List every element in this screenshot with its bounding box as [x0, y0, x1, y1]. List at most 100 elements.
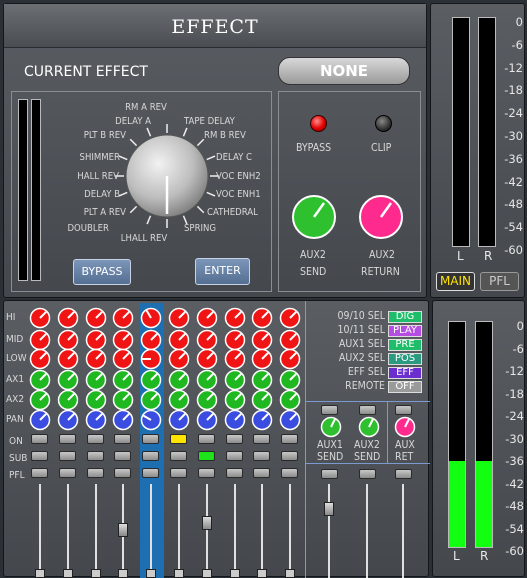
channel-sub-button[interactable]	[198, 451, 215, 461]
channel-pfl-button[interactable]	[142, 468, 159, 478]
channel-knob[interactable]	[196, 307, 218, 329]
select-row-value[interactable]: PLAY	[388, 325, 422, 337]
channel-fader-track[interactable]	[178, 484, 180, 578]
aux2-pfl-button[interactable]	[359, 469, 376, 479]
effect-option-label[interactable]: PLT B REV	[84, 130, 126, 141]
effect-option-label[interactable]: DELAY A	[115, 116, 151, 127]
effect-option-label[interactable]: SPRING	[184, 223, 216, 234]
select-row-value[interactable]: POS	[388, 353, 422, 365]
channel-sub-button[interactable]	[59, 451, 76, 461]
channel-knob[interactable]	[140, 307, 162, 329]
channel-fader-track[interactable]	[234, 484, 236, 578]
aux2-fader-track[interactable]	[366, 484, 368, 578]
channel-knob[interactable]	[29, 348, 51, 370]
channel-knob[interactable]	[29, 409, 51, 431]
channel-knob[interactable]	[279, 307, 301, 329]
effect-option-label[interactable]: VOC ENH2	[216, 171, 261, 182]
auxret-fader-track[interactable]	[402, 484, 404, 578]
channel-knob[interactable]	[251, 369, 273, 391]
channel-knob[interactable]	[279, 409, 301, 431]
select-row-value[interactable]: PRE	[388, 339, 422, 351]
effect-option-label[interactable]: HALL REV	[77, 171, 119, 182]
channel-knob[interactable]	[57, 348, 79, 370]
channel-knob[interactable]	[279, 389, 301, 411]
select-row-value[interactable]: EFF	[388, 367, 422, 379]
channel-knob[interactable]	[112, 307, 134, 329]
effect-option-label[interactable]: SHIMMER	[80, 152, 120, 163]
channel-knob[interactable]	[224, 389, 246, 411]
channel-knob[interactable]	[29, 369, 51, 391]
channel-knob[interactable]	[168, 389, 190, 411]
channel-pfl-button[interactable]	[87, 468, 104, 478]
channel-pfl-button[interactable]	[281, 468, 298, 478]
channel-knob[interactable]	[168, 369, 190, 391]
aux2-send-knob-mixer[interactable]	[358, 416, 380, 438]
channel-knob[interactable]	[279, 369, 301, 391]
channel-on-button[interactable]	[31, 434, 48, 444]
channel-on-button[interactable]	[170, 434, 187, 444]
channel-on-button[interactable]	[142, 434, 159, 444]
channel-knob[interactable]	[85, 389, 107, 411]
channel-sub-button[interactable]	[253, 451, 270, 461]
channel-knob[interactable]	[224, 409, 246, 431]
channel-fader-track[interactable]	[67, 484, 69, 578]
channel-sub-button[interactable]	[170, 451, 187, 461]
aux1-send-knob[interactable]	[320, 416, 342, 438]
aux2-return-knob[interactable]	[358, 194, 404, 240]
channel-knob[interactable]	[140, 389, 162, 411]
channel-sub-button[interactable]	[281, 451, 298, 461]
effect-option-label[interactable]: VOC ENH1	[216, 189, 261, 200]
effect-option-label[interactable]: TAPE DELAY	[184, 116, 235, 127]
channel-knob[interactable]	[85, 409, 107, 431]
channel-knob[interactable]	[57, 409, 79, 431]
effect-option-label[interactable]: CATHEDRAL	[207, 207, 258, 218]
channel-pfl-button[interactable]	[198, 468, 215, 478]
channel-sub-button[interactable]	[31, 451, 48, 461]
channel-knob[interactable]	[251, 409, 273, 431]
channel-knob[interactable]	[224, 348, 246, 370]
aux2-send-button[interactable]	[359, 405, 376, 415]
effect-option-label[interactable]: RM A REV	[116, 102, 176, 113]
channel-knob[interactable]	[224, 307, 246, 329]
channel-pfl-button[interactable]	[114, 468, 131, 478]
channel-pfl-button[interactable]	[31, 468, 48, 478]
channel-pfl-button[interactable]	[170, 468, 187, 478]
aux-ret-knob[interactable]	[394, 416, 416, 438]
channel-fader-track[interactable]	[289, 484, 291, 578]
channel-knob[interactable]	[224, 369, 246, 391]
channel-knob[interactable]	[251, 348, 273, 370]
channel-knob[interactable]	[112, 389, 134, 411]
bypass-button[interactable]: BYPASS	[73, 259, 131, 285]
channel-pfl-button[interactable]	[253, 468, 270, 478]
channel-sub-button[interactable]	[114, 451, 131, 461]
auxret-pfl-button[interactable]	[395, 469, 412, 479]
effect-option-label[interactable]: DELAY B	[84, 189, 120, 200]
channel-knob[interactable]	[140, 409, 162, 431]
channel-on-button[interactable]	[87, 434, 104, 444]
channel-on-button[interactable]	[114, 434, 131, 444]
channel-knob[interactable]	[140, 369, 162, 391]
channel-knob[interactable]	[196, 409, 218, 431]
channel-knob[interactable]	[112, 348, 134, 370]
main-button[interactable]: MAIN	[436, 272, 475, 291]
channel-fader-track[interactable]	[95, 484, 97, 578]
enter-button[interactable]: ENTER	[195, 258, 250, 285]
select-row-value[interactable]: DIG	[388, 311, 422, 323]
channel-knob[interactable]	[85, 348, 107, 370]
effect-option-label[interactable]: PLT A REV	[84, 207, 126, 218]
channel-pfl-button[interactable]	[226, 468, 243, 478]
channel-knob[interactable]	[168, 348, 190, 370]
select-row-value[interactable]: OFF	[388, 381, 422, 393]
channel-sub-button[interactable]	[226, 451, 243, 461]
channel-fader-track[interactable]	[206, 484, 208, 578]
channel-knob[interactable]	[57, 307, 79, 329]
channel-pfl-button[interactable]	[59, 468, 76, 478]
effect-option-label[interactable]: DOUBLER	[67, 223, 109, 234]
pfl-button[interactable]: PFL	[480, 272, 519, 291]
channel-fader-cap[interactable]	[118, 523, 128, 537]
channel-knob[interactable]	[29, 389, 51, 411]
channel-knob[interactable]	[168, 307, 190, 329]
channel-knob[interactable]	[29, 307, 51, 329]
channel-knob[interactable]	[251, 389, 273, 411]
aux1-send-button[interactable]	[321, 405, 338, 415]
